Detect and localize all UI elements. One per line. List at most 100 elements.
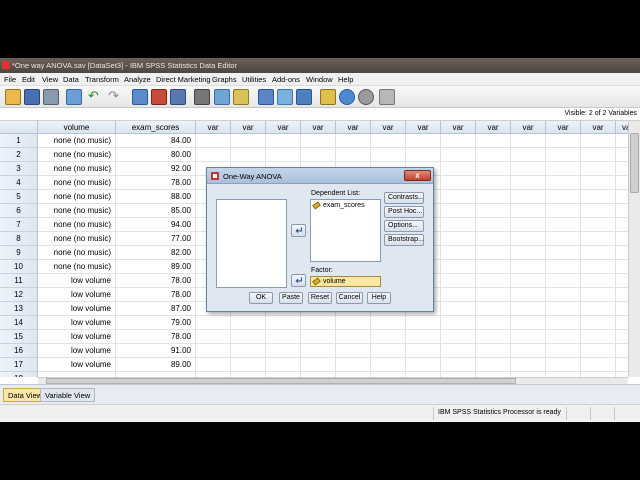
cell-exam-scores[interactable]: 91.00 <box>116 344 196 358</box>
show-all-variables-icon[interactable] <box>358 89 374 105</box>
cell-empty[interactable] <box>196 344 231 358</box>
cell-empty[interactable] <box>371 134 406 148</box>
cell-empty[interactable] <box>196 316 231 330</box>
row-header[interactable]: 12 <box>0 288 38 302</box>
cell-empty[interactable] <box>441 330 476 344</box>
row-header[interactable]: 13 <box>0 302 38 316</box>
cell-exam-scores[interactable]: 89.00 <box>116 260 196 274</box>
cell-empty[interactable] <box>581 330 616 344</box>
vertical-scrollbar[interactable] <box>628 121 640 377</box>
column-header-var[interactable]: var <box>581 121 616 134</box>
row-header[interactable]: 4 <box>0 176 38 190</box>
cell-empty[interactable] <box>581 162 616 176</box>
bootstrap-button[interactable]: Bootstrap... <box>384 234 424 246</box>
cell-exam-scores[interactable]: 78.00 <box>116 274 196 288</box>
cell-volume[interactable]: low volume <box>38 316 116 330</box>
cell-empty[interactable] <box>231 148 266 162</box>
cell-volume[interactable]: none (no music) <box>38 162 116 176</box>
cell-empty[interactable] <box>476 358 511 372</box>
cell-exam-scores[interactable]: 78.00 <box>116 176 196 190</box>
cell-volume[interactable]: none (no music) <box>38 176 116 190</box>
post-hoc-button[interactable]: Post Hoc... <box>384 206 424 218</box>
cell-exam-scores[interactable]: 84.00 <box>116 134 196 148</box>
column-header-var[interactable]: var <box>476 121 511 134</box>
cell-empty[interactable] <box>511 218 546 232</box>
cell-empty[interactable] <box>546 260 581 274</box>
cell-empty[interactable] <box>301 344 336 358</box>
cell-empty[interactable] <box>231 330 266 344</box>
cell-volume[interactable]: low volume <box>38 274 116 288</box>
cell-empty[interactable] <box>511 176 546 190</box>
cell-exam-scores[interactable]: 88.00 <box>116 190 196 204</box>
column-header-var[interactable]: var <box>406 121 441 134</box>
dialog-recall-icon[interactable] <box>66 89 82 105</box>
row-header[interactable]: 2 <box>0 148 38 162</box>
spell-check-icon[interactable] <box>379 89 395 105</box>
variables-icon[interactable] <box>170 89 186 105</box>
cell-empty[interactable] <box>441 288 476 302</box>
split-file-icon[interactable] <box>258 89 274 105</box>
menu-transform[interactable]: Transform <box>85 75 119 84</box>
row-header[interactable]: 14 <box>0 316 38 330</box>
cell-empty[interactable] <box>301 148 336 162</box>
cell-empty[interactable] <box>546 344 581 358</box>
cell-empty[interactable] <box>266 358 301 372</box>
cell-empty[interactable] <box>441 204 476 218</box>
cell-empty[interactable] <box>476 288 511 302</box>
cell-empty[interactable] <box>511 344 546 358</box>
cell-empty[interactable] <box>266 316 301 330</box>
goto-case-icon[interactable] <box>132 89 148 105</box>
cell-empty[interactable] <box>476 330 511 344</box>
cell-empty[interactable] <box>441 134 476 148</box>
undo-icon[interactable]: ↶ <box>88 89 104 105</box>
cell-empty[interactable] <box>476 260 511 274</box>
cell-empty[interactable] <box>476 232 511 246</box>
cell-empty[interactable] <box>546 330 581 344</box>
cell-empty[interactable] <box>371 316 406 330</box>
cell-empty[interactable] <box>511 246 546 260</box>
cell-empty[interactable] <box>441 218 476 232</box>
cell-empty[interactable] <box>441 190 476 204</box>
cell-empty[interactable] <box>301 316 336 330</box>
cell-empty[interactable] <box>476 176 511 190</box>
dependent-list-item[interactable]: exam_scores <box>312 201 365 210</box>
goto-variable-icon[interactable] <box>151 89 167 105</box>
cell-empty[interactable] <box>406 148 441 162</box>
cell-empty[interactable] <box>406 134 441 148</box>
cell-empty[interactable] <box>336 358 371 372</box>
cell-exam-scores[interactable]: 78.00 <box>116 330 196 344</box>
value-labels-icon[interactable] <box>320 89 336 105</box>
cell-empty[interactable] <box>371 358 406 372</box>
menu-help[interactable]: Help <box>338 75 353 84</box>
cell-empty[interactable] <box>476 134 511 148</box>
cell-empty[interactable] <box>196 330 231 344</box>
cell-empty[interactable] <box>546 134 581 148</box>
cell-empty[interactable] <box>336 330 371 344</box>
paste-button[interactable]: Paste <box>279 292 303 304</box>
cell-volume[interactable]: low volume <box>38 344 116 358</box>
cell-empty[interactable] <box>546 148 581 162</box>
column-header-volume[interactable]: volume <box>38 121 116 134</box>
reset-button[interactable]: Reset <box>308 292 332 304</box>
insert-variable-icon[interactable] <box>233 89 249 105</box>
cell-empty[interactable] <box>476 162 511 176</box>
cell-empty[interactable] <box>546 218 581 232</box>
cell-empty[interactable] <box>546 232 581 246</box>
cell-empty[interactable] <box>441 260 476 274</box>
column-header-var[interactable]: var <box>546 121 581 134</box>
cell-empty[interactable] <box>301 330 336 344</box>
cell-empty[interactable] <box>266 134 301 148</box>
column-header-var[interactable]: var <box>441 121 476 134</box>
cell-empty[interactable] <box>371 148 406 162</box>
cell-empty[interactable] <box>546 162 581 176</box>
cell-empty[interactable] <box>581 218 616 232</box>
help-button[interactable]: Help <box>367 292 391 304</box>
save-icon[interactable] <box>24 89 40 105</box>
cell-empty[interactable] <box>546 358 581 372</box>
dialog-close-button[interactable]: x <box>404 170 431 181</box>
cell-empty[interactable] <box>546 274 581 288</box>
cell-empty[interactable] <box>511 162 546 176</box>
row-header[interactable]: 11 <box>0 274 38 288</box>
cell-empty[interactable] <box>371 330 406 344</box>
cell-empty[interactable] <box>406 358 441 372</box>
